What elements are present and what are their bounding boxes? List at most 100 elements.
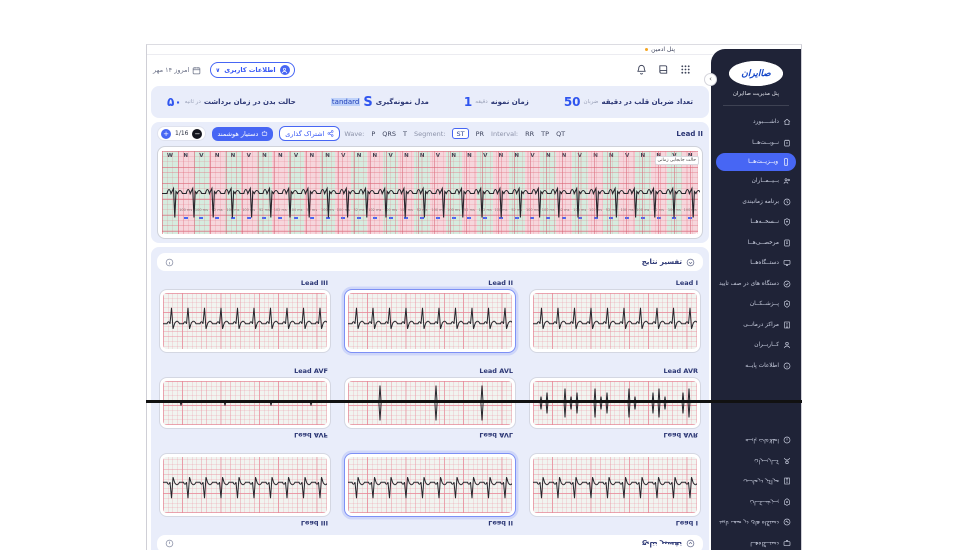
sidebar-item-6[interactable]: مرخصــی‌هــا bbox=[711, 233, 801, 254]
legend-item-qrs[interactable]: QRS bbox=[382, 130, 396, 138]
lead-card-label: Lead AVF bbox=[294, 367, 328, 375]
user-avatar-icon bbox=[280, 65, 290, 75]
lead-card-label: Lead I bbox=[676, 279, 698, 287]
lead-card-grid bbox=[348, 381, 512, 437]
sidebar-item-2[interactable]: ویــزیــت‌هــا bbox=[716, 153, 796, 171]
stat-label: تعداد ضربان قلب در دقیقه bbox=[601, 98, 693, 106]
legend-item-p[interactable]: P bbox=[371, 130, 375, 138]
lead-card[interactable] bbox=[529, 289, 701, 353]
stat-label: مدل نمونه‌گیری bbox=[376, 98, 429, 106]
sidebar: ‹ صاایران پنل مدیریت صاایران داشــــبورد… bbox=[711, 49, 801, 550]
zoom-control: + 1/16 − bbox=[157, 126, 206, 141]
header-left-cluster: اطلاعات کاربری ∨ امروز ۱۴ مهر bbox=[153, 62, 295, 78]
lead-cell-lead-i: Lead I bbox=[529, 289, 701, 353]
sidebar-item-label: مراکز درمانــی bbox=[743, 322, 779, 328]
sidebar-item-label: دستــگاه‌هــا bbox=[750, 260, 779, 266]
stat-3: حالت بدن در زمان برداشتدر ثانیه۵۰ bbox=[167, 95, 296, 109]
bell-icon[interactable] bbox=[636, 64, 647, 75]
legend-group-label: Wave: bbox=[344, 130, 364, 138]
devices-icon bbox=[783, 259, 791, 267]
sidebar-item-12[interactable]: اطلاعات پایــه bbox=[711, 356, 801, 377]
lead-card-grid bbox=[533, 381, 697, 437]
legend-item-t[interactable]: T bbox=[403, 130, 407, 138]
lead-card[interactable] bbox=[344, 289, 516, 353]
sidebar-item-label: ویــزیــت‌هــا bbox=[748, 159, 778, 165]
legend-item-rr[interactable]: RR bbox=[525, 130, 534, 138]
legend-group-label: Interval: bbox=[491, 130, 518, 138]
lead-card-label: Lead AVR bbox=[664, 367, 698, 375]
sidebar-item-label: بــیــمــاران bbox=[752, 178, 779, 184]
lead-cell-lead-avr: Lead AVR bbox=[529, 377, 701, 441]
medical-centers-icon bbox=[783, 321, 791, 329]
lead-row-2: Lead AVFLead AVLLead AVR bbox=[159, 377, 701, 441]
ecg-trace bbox=[163, 381, 327, 437]
sidebar-item-7[interactable]: دستــگاه‌هــا bbox=[711, 253, 801, 274]
strip-tooltip: حالت جابجایی زمانی bbox=[655, 156, 699, 165]
stat-value: S bbox=[363, 95, 372, 110]
stats-bar: تعداد ضربان قلب در دقیقهضربان50زمان نمون… bbox=[151, 86, 709, 118]
legend-group-label: Segment: bbox=[414, 130, 445, 138]
date-picker[interactable]: امروز ۱۴ مهر bbox=[153, 66, 201, 75]
sidebar-item-10[interactable]: مراکز درمانــی bbox=[711, 315, 801, 336]
chevron-down-icon: ∨ bbox=[215, 67, 220, 74]
circle-chevron-icon[interactable] bbox=[686, 258, 695, 267]
calendar-icon bbox=[192, 66, 201, 75]
ecg-panel: Lead II Wave:PQRSTSegment:STPRInterval:R… bbox=[151, 122, 709, 243]
ecg-trace bbox=[533, 293, 697, 349]
legend-item-tp[interactable]: TP bbox=[541, 130, 549, 138]
stat-value: 1 bbox=[464, 95, 472, 109]
sidebar-item-5[interactable]: نــسخــه‌هــا bbox=[711, 212, 801, 233]
legend-item-pr[interactable]: PR bbox=[476, 130, 484, 138]
book-icon[interactable] bbox=[658, 64, 669, 75]
users-icon bbox=[783, 341, 791, 349]
mirror-axis-line bbox=[146, 400, 802, 403]
sidebar-item-4[interactable]: برنامه زمانبندی bbox=[711, 192, 801, 213]
lead-card[interactable] bbox=[344, 377, 516, 441]
ecg-controls: + 1/16 − دستیار هوشمند اشتراک گذاری bbox=[157, 126, 340, 141]
user-info-button[interactable]: اطلاعات کاربری ∨ bbox=[210, 62, 294, 78]
appointments-icon bbox=[783, 139, 791, 147]
sidebar-menu: داشــــبورد نــوبــت‌هــا ویــزیــت‌هــا بـ… bbox=[711, 110, 801, 376]
stat-label: زمان نمونه bbox=[491, 98, 529, 106]
sidebar-item-3[interactable]: بــیــمــاران bbox=[711, 171, 801, 192]
ecg-trace bbox=[163, 293, 327, 349]
sidebar-item-label: پــزشــکــان bbox=[750, 301, 779, 307]
pending-devices-icon bbox=[783, 280, 791, 288]
sidebar-item-label: داشــــبورد bbox=[753, 119, 779, 125]
results-panel: تفسیر نتایج Lead IIILead IILead I Lead A… bbox=[151, 247, 709, 550]
lead-cell-lead-iii: Lead III bbox=[159, 289, 331, 353]
sidebar-item-label: نــوبــت‌هــا bbox=[752, 140, 779, 146]
stat-sub: دقیقه bbox=[475, 99, 487, 105]
legend-item-qt[interactable]: QT bbox=[556, 130, 565, 138]
lead-card[interactable] bbox=[159, 289, 331, 353]
lead-card-grid bbox=[348, 293, 512, 349]
share-label: اشتراک گذاری bbox=[285, 130, 324, 138]
results-header-bar[interactable]: تفسیر نتایج bbox=[157, 253, 703, 271]
status-dot bbox=[645, 48, 648, 51]
zoom-out-button[interactable]: − bbox=[192, 129, 202, 139]
smart-assistant-button[interactable]: دستیار هوشمند bbox=[212, 127, 273, 141]
lead-card-grid bbox=[163, 381, 327, 437]
share-button[interactable]: اشتراک گذاری bbox=[279, 126, 340, 141]
sidebar-item-11[interactable]: کــاربــران bbox=[711, 335, 801, 356]
sidebar-item-9[interactable]: پــزشــکــان bbox=[711, 294, 801, 315]
info-icon[interactable] bbox=[165, 258, 174, 267]
stat-sub: ضربان bbox=[584, 99, 599, 105]
zoom-value: 1/16 bbox=[175, 130, 188, 137]
apps-grid-icon[interactable] bbox=[680, 64, 691, 75]
lead-card[interactable] bbox=[159, 377, 331, 441]
zoom-in-button[interactable]: + bbox=[161, 129, 171, 139]
lead-cell-lead-avl: Lead AVL bbox=[344, 377, 516, 441]
home-icon bbox=[783, 118, 791, 126]
wave-legend: Wave: P QRS T Segment: ST PR Interval: RR TP QT bbox=[340, 128, 565, 139]
lead-cell-lead-ii: Lead II bbox=[344, 289, 516, 353]
sidebar-item-1[interactable]: نــوبــت‌هــا bbox=[711, 133, 801, 154]
lead-card-grid bbox=[163, 293, 327, 349]
sidebar-item-0[interactable]: داشــــبورد bbox=[711, 112, 801, 133]
ecg-strip-card[interactable]: WN100 msV100 msN52 msN100 msV100 msN52 m… bbox=[157, 146, 703, 239]
stat-sub: در ثانیه bbox=[185, 99, 201, 105]
legend-item-st[interactable]: ST bbox=[452, 128, 468, 139]
sidebar-item-8[interactable]: دستگاه های در صف تایید bbox=[711, 274, 801, 295]
window-topbar: پنل ادمین bbox=[147, 45, 713, 55]
lead-card[interactable] bbox=[529, 377, 701, 441]
